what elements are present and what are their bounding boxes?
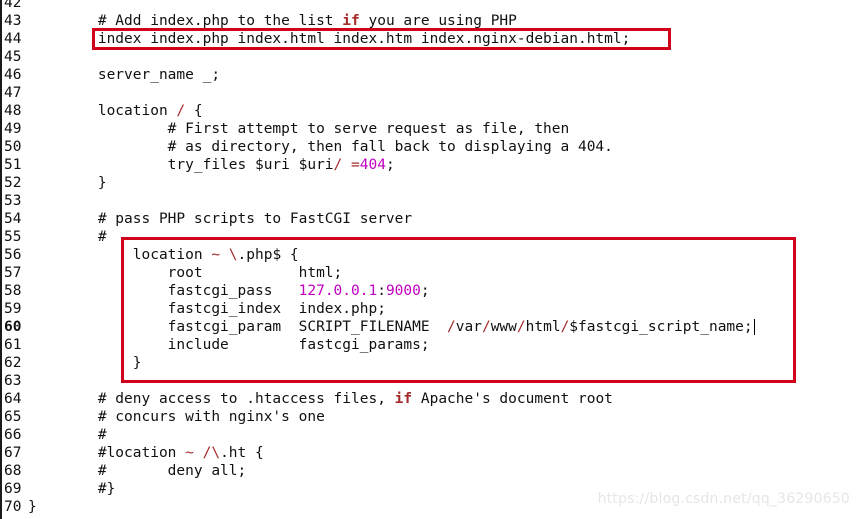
code-token: 404 bbox=[359, 157, 386, 173]
line-number: 58 bbox=[4, 283, 22, 299]
line-number: 64 bbox=[4, 391, 22, 407]
line-number: 50 bbox=[4, 139, 22, 155]
code-token: # as directory, then fall back to displa… bbox=[28, 139, 613, 155]
line-number: 61 bbox=[4, 337, 22, 353]
line-number: 66 bbox=[4, 427, 22, 443]
highlight-box-php-location-block bbox=[121, 237, 796, 383]
code-text: #} bbox=[28, 480, 115, 498]
code-text: # bbox=[28, 228, 107, 246]
code-token: # bbox=[28, 427, 107, 443]
code-token: } bbox=[28, 499, 37, 515]
highlight-box-index-line bbox=[92, 28, 671, 50]
code-token: # concurs with nginx's one bbox=[28, 409, 325, 425]
code-token: you are using PHP bbox=[359, 13, 517, 29]
line-number: 47 bbox=[4, 85, 22, 101]
code-token: # bbox=[28, 229, 107, 245]
line-number: 52 bbox=[4, 175, 22, 191]
line-number: 55 bbox=[4, 229, 22, 245]
code-token: ; bbox=[385, 157, 395, 173]
line-number: 51 bbox=[4, 157, 22, 173]
code-token: #location bbox=[28, 445, 186, 461]
code-text: # deny access to .htaccess files, if Apa… bbox=[28, 390, 613, 408]
line-number: 43 bbox=[4, 13, 22, 29]
code-token: if bbox=[342, 13, 360, 29]
code-token: = bbox=[351, 157, 360, 173]
code-text: # as directory, then fall back to displa… bbox=[28, 138, 613, 156]
code-text: # deny all; bbox=[28, 462, 246, 480]
line-number: 62 bbox=[4, 355, 22, 371]
code-token: /\ bbox=[202, 445, 221, 461]
code-token: location bbox=[28, 103, 177, 119]
line-number: 69 bbox=[4, 481, 22, 497]
line-number: 49 bbox=[4, 121, 22, 137]
code-token: ~ bbox=[185, 445, 194, 461]
code-token: } bbox=[28, 175, 107, 191]
code-token: { bbox=[185, 103, 203, 119]
code-token: / bbox=[333, 157, 343, 173]
line-number: 44 bbox=[4, 31, 22, 47]
code-token: # pass PHP scripts to FastCGI server bbox=[28, 211, 413, 227]
code-token: # deny access to .htaccess files, bbox=[28, 391, 395, 407]
code-token: #} bbox=[28, 481, 116, 497]
code-text: } bbox=[28, 498, 37, 516]
code-token: try_files $uri $uri bbox=[28, 157, 334, 173]
line-number: 45 bbox=[4, 49, 22, 65]
code-token: # Add index.php to the list bbox=[28, 13, 343, 29]
line-number: 42 bbox=[4, 0, 22, 11]
code-text: # pass PHP scripts to FastCGI server bbox=[28, 210, 412, 228]
code-token: .ht { bbox=[220, 445, 264, 461]
code-token: Apache's document root bbox=[412, 391, 613, 407]
line-number: 60 bbox=[4, 319, 22, 335]
line-number: 59 bbox=[4, 301, 22, 317]
line-number: 65 bbox=[4, 409, 22, 425]
code-token: / bbox=[176, 103, 186, 119]
line-number: 53 bbox=[4, 193, 22, 209]
line-number: 67 bbox=[4, 445, 22, 461]
watermark-text: https://blog.csdn.net/qq_36290650 bbox=[597, 491, 850, 507]
line-number: 48 bbox=[4, 103, 22, 119]
code-text: # bbox=[28, 426, 107, 444]
code-text: location / { bbox=[28, 102, 203, 120]
line-number: 46 bbox=[4, 67, 22, 83]
line-number: 63 bbox=[4, 373, 22, 389]
code-token: if bbox=[394, 391, 413, 407]
code-token: # First attempt to serve request as file… bbox=[28, 121, 570, 137]
line-number: 57 bbox=[4, 265, 22, 281]
line-number: 54 bbox=[4, 211, 22, 227]
code-text: # concurs with nginx's one bbox=[28, 408, 325, 426]
line-number: 56 bbox=[4, 247, 22, 263]
code-text: try_files $uri $uri/ =404; bbox=[28, 156, 395, 174]
code-text: # First attempt to serve request as file… bbox=[28, 120, 570, 138]
code-token: server_name _; bbox=[28, 67, 221, 83]
code-text: #location ~ /\.ht { bbox=[28, 444, 264, 462]
line-number: 70 bbox=[4, 499, 22, 515]
code-text: } bbox=[28, 174, 107, 192]
code-text: server_name _; bbox=[28, 66, 220, 84]
line-number: 68 bbox=[4, 463, 22, 479]
code-token: # deny all; bbox=[28, 463, 247, 479]
gutter-border bbox=[0, 0, 2, 519]
